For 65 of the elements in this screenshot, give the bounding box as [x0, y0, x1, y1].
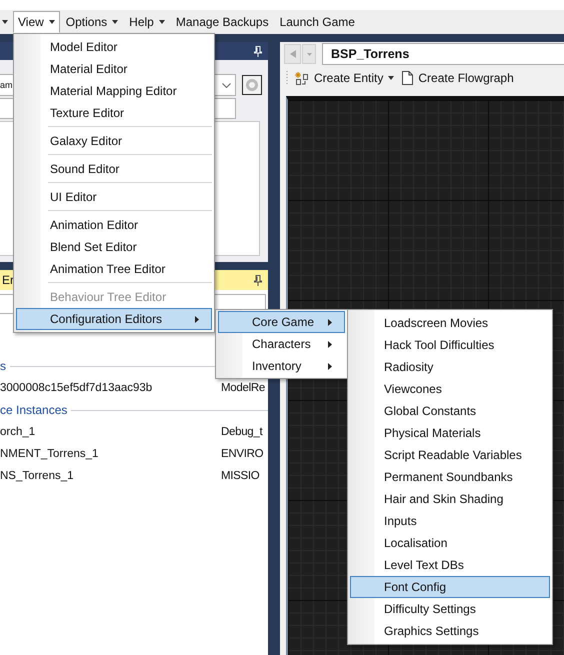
property-name: NMENT_Torrens_1: [0, 448, 100, 460]
menu-item[interactable]: Options: [60, 11, 124, 33]
property-value: Debug_t: [221, 426, 262, 438]
property-name: 3000008c15ef5df7d13aac93b: [0, 382, 154, 394]
caret-icon: [306, 52, 312, 56]
menu-item[interactable]: Sound Editor: [16, 158, 212, 180]
menu-item[interactable]: Physical Materials: [350, 422, 550, 444]
menu-item[interactable]: Blend Set Editor: [16, 236, 212, 258]
menu-item[interactable]: Script Readable Variables: [350, 444, 550, 466]
caret-icon[interactable]: [2, 20, 8, 24]
menu-item[interactable]: Texture Editor: [16, 102, 212, 124]
menu-item[interactable]: Graphics Settings: [350, 620, 550, 642]
caret-icon: [158, 20, 165, 24]
menu-item[interactable]: Model Editor: [16, 36, 212, 58]
submenu-arrow-icon: [328, 362, 332, 370]
menu-item[interactable]: Help: [124, 11, 170, 33]
toolbar-button[interactable]: Create Entity: [292, 70, 396, 86]
menu-item[interactable]: Radiosity: [350, 356, 550, 378]
section-title: s: [0, 359, 6, 373]
chevron-icon: [222, 82, 231, 88]
property-name: orch_1: [0, 426, 36, 438]
menu-item[interactable]: Material Editor: [16, 58, 212, 80]
property-value: MISSIO: [221, 470, 260, 482]
menu-item[interactable]: View: [13, 11, 60, 33]
menu-item[interactable]: Permanent Soundbanks: [350, 466, 550, 488]
submenu-arrow-icon: [328, 340, 332, 348]
gear-icon: [246, 79, 258, 91]
pin-icon[interactable]: [254, 274, 262, 286]
menu-item[interactable]: Animation Tree Editor: [16, 258, 212, 280]
section-title: ce Instances: [0, 403, 68, 417]
menu-item[interactable]: Viewcones: [350, 378, 550, 400]
menu-item[interactable]: Material Mapping Editor: [16, 80, 212, 102]
menu-item[interactable]: Galaxy Editor: [16, 130, 212, 152]
back-arrow-icon: [290, 50, 296, 58]
document-icon: [402, 71, 414, 85]
menu-item[interactable]: Animation Editor: [16, 214, 212, 236]
menu-item[interactable]: Difficulty Settings: [350, 598, 550, 620]
menu-item[interactable]: Manage Backups: [170, 11, 274, 33]
submenu-arrow-icon: [328, 318, 332, 326]
menu-item[interactable]: Font Config: [350, 576, 550, 598]
toolbar-button[interactable]: Create Flowgraph: [400, 71, 516, 85]
submenu-arrow-icon: [195, 316, 199, 322]
menu-item[interactable]: UI Editor: [16, 186, 212, 208]
menu-item[interactable]: Core Game: [218, 311, 345, 333]
caret-icon: [48, 20, 55, 24]
menu-item[interactable]: Characters: [218, 333, 345, 355]
panel-title: Er: [2, 273, 14, 287]
property-value: ModelRe: [221, 382, 265, 394]
menu-item[interactable]: Inputs: [350, 510, 550, 532]
menu-item[interactable]: Launch Game: [274, 11, 360, 33]
menu-item[interactable]: Localisation: [350, 532, 550, 554]
menu-item[interactable]: Global Constants: [350, 400, 550, 422]
menu-item[interactable]: Hair and Skin Shading: [350, 488, 550, 510]
caret-icon: [388, 76, 394, 80]
menu-item[interactable]: Configuration Editors: [16, 308, 212, 330]
path-field[interactable]: BSP_Torrens: [322, 43, 564, 65]
property-name: NS_Torrens_1: [0, 470, 75, 482]
settings-button[interactable]: [242, 75, 262, 95]
menu-item[interactable]: Hack Tool Difficulties: [350, 334, 550, 356]
menu-item[interactable]: Inventory: [218, 355, 345, 377]
entity-icon: [294, 70, 309, 86]
property-value: ENVIRO: [221, 448, 264, 460]
caret-icon: [112, 20, 118, 24]
menu-item[interactable]: Level Text DBs: [350, 554, 550, 576]
menu-item[interactable]: Loadscreen Movies: [350, 312, 550, 334]
